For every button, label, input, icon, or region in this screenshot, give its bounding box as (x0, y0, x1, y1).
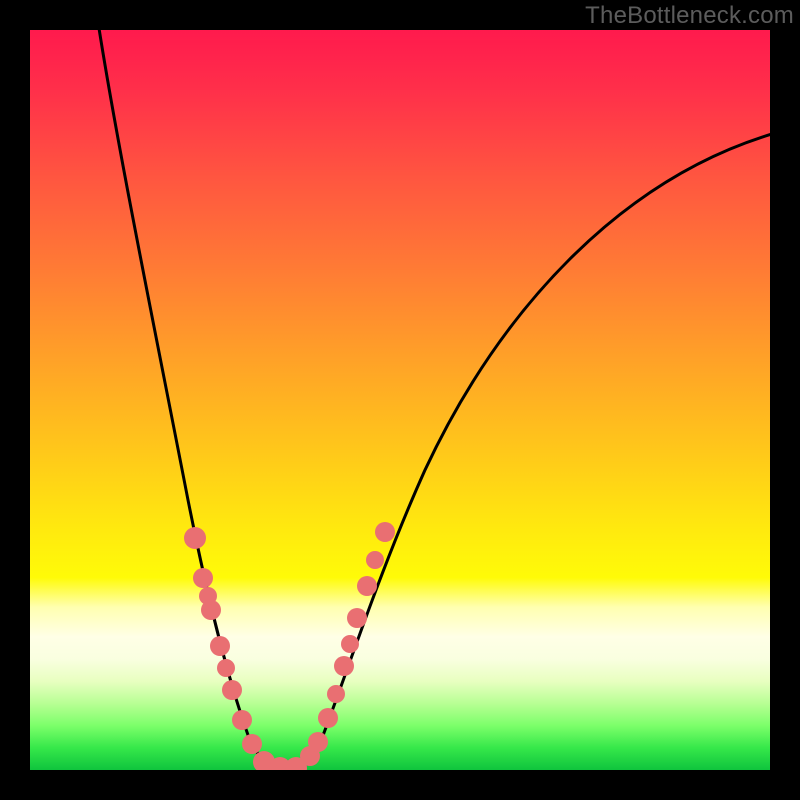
scatter-group (184, 522, 395, 770)
scatter-dot (232, 710, 252, 730)
chart-frame: TheBottleneck.com (0, 0, 800, 800)
scatter-dot (318, 708, 338, 728)
scatter-dot (222, 680, 242, 700)
scatter-dot (308, 732, 328, 752)
scatter-dot (347, 608, 367, 628)
scatter-dot (334, 656, 354, 676)
scatter-dot (327, 685, 345, 703)
scatter-dot (199, 587, 217, 605)
scatter-dot (210, 636, 230, 656)
scatter-dot (242, 734, 262, 754)
watermark-text: TheBottleneck.com (585, 2, 794, 30)
curve-right (288, 134, 770, 770)
curve-svg (30, 30, 770, 770)
scatter-dot (193, 568, 213, 588)
scatter-dot (341, 635, 359, 653)
scatter-dot (366, 551, 384, 569)
scatter-dot (375, 522, 395, 542)
curve-left (98, 30, 288, 770)
scatter-dot (357, 576, 377, 596)
scatter-dot (217, 659, 235, 677)
plot-area (30, 30, 770, 770)
curve-group (98, 30, 770, 770)
scatter-dot (184, 527, 206, 549)
